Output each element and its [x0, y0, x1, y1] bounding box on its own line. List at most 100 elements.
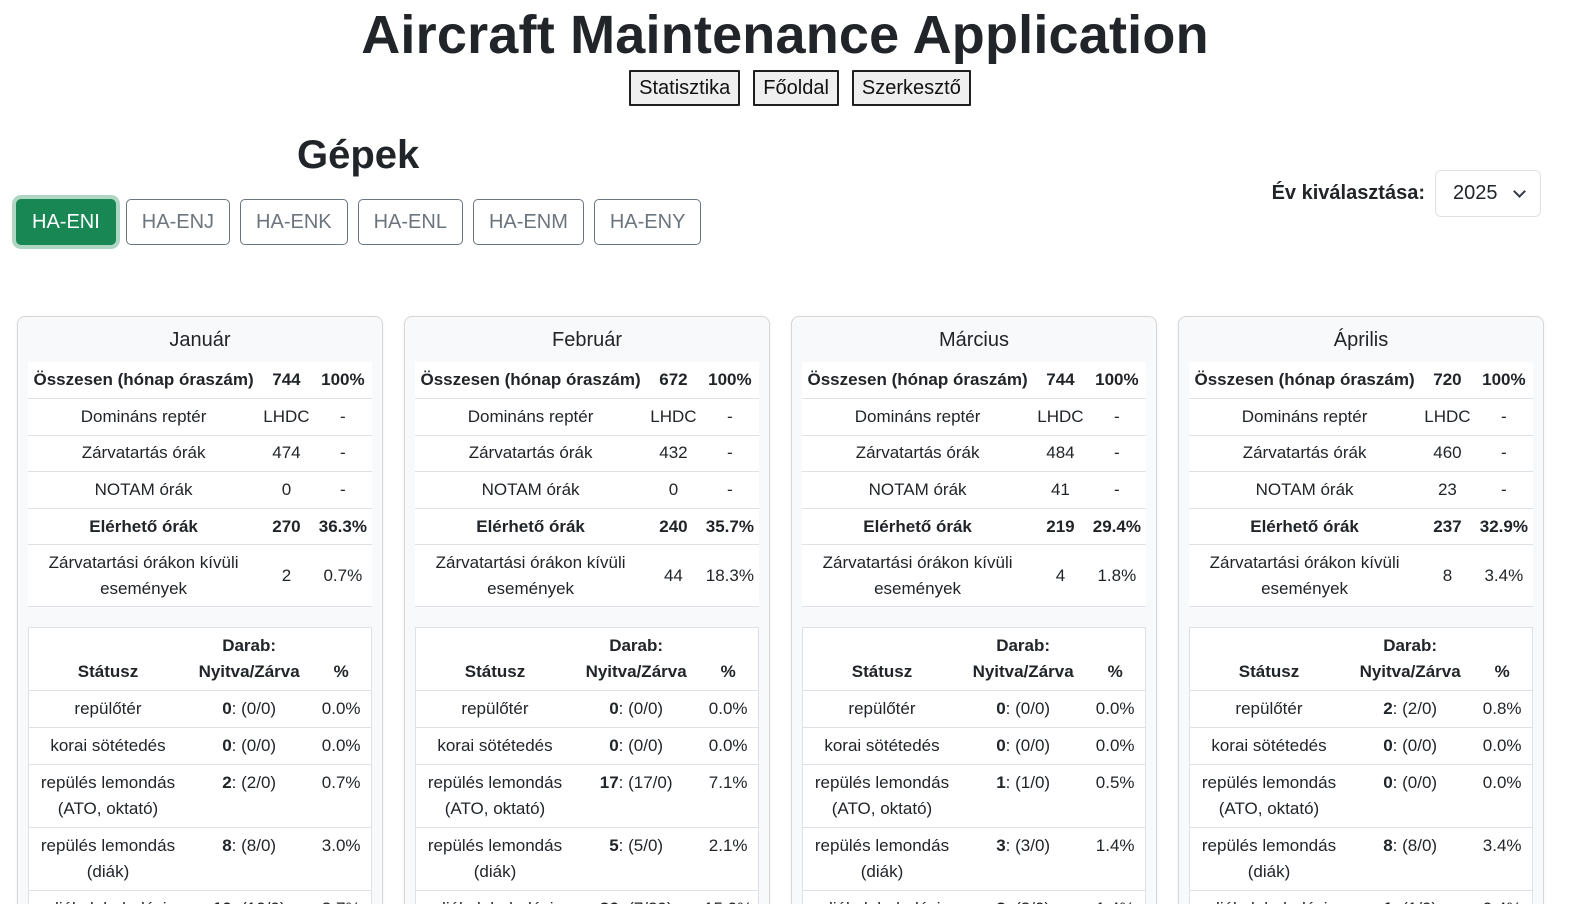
aircraft-tab-ha-eny[interactable]: HA-ENY [593, 199, 702, 245]
summary-percent: 3.4% [1474, 544, 1533, 608]
summary-row-closure-hours: Zárvatartás órák 474 - [28, 435, 372, 473]
status-percent: 0.7% [311, 764, 372, 829]
summary-value: 432 [646, 435, 701, 473]
status-percent: 0.8% [1472, 690, 1533, 729]
summary-row-closure-hours: Zárvatartás órák 484 - [802, 435, 1146, 473]
count-header: Darab: Nyitva/Zárva [1347, 627, 1473, 692]
summary-row-total: Összesen (hónap óraszám) 672 100% [415, 362, 759, 400]
summary-value: 744 [259, 362, 314, 400]
status-percent: 0.0% [1085, 727, 1146, 766]
summary-label: Zárvatartási órákon kívüli események [28, 544, 260, 608]
summary-value: 744 [1033, 362, 1088, 400]
aircraft-tab-ha-enm[interactable]: HA-ENM [472, 199, 584, 245]
summary-percent: 32.9% [1474, 508, 1533, 546]
status-row: diákok haladási 36: (7/29) 15.0% [415, 890, 759, 904]
section-title: Gépek [297, 133, 420, 177]
summary-label: Összesen (hónap óraszám) [802, 362, 1034, 400]
summary-value: 270 [259, 508, 314, 546]
summary-row-available-hours: Elérhető órák 240 35.7% [415, 508, 759, 546]
status-count: 2: (2/0) [186, 764, 312, 829]
status-row: korai sötétedés 0: (0/0) 0.0% [415, 727, 759, 766]
status-percent: 0.0% [698, 727, 759, 766]
status-label: diákok haladási [28, 890, 187, 904]
summary-row-events-outside-closure: Zárvatartási órákon kívüli események 44 … [415, 544, 759, 608]
summary-row-dominant-airport: Domináns reptér LHDC - [1189, 398, 1533, 436]
summary-label: NOTAM órák [28, 471, 260, 509]
summary-table: Összesen (hónap óraszám) 672 100% Dominá… [415, 362, 759, 608]
status-count: 10: (10/0) [186, 890, 312, 904]
status-percent: 0.0% [311, 727, 372, 766]
year-label: Év kiválasztása: [1271, 182, 1425, 204]
status-header-row: Státusz Darab: Nyitva/Zárva % [1189, 627, 1533, 692]
summary-row-dominant-airport: Domináns reptér LHDC - [415, 398, 759, 436]
aircraft-tab-ha-enk[interactable]: HA-ENK [240, 199, 348, 245]
summary-label: Elérhető órák [415, 508, 647, 546]
count-header: Darab: Nyitva/Zárva [573, 627, 699, 692]
statistics-button[interactable]: Statisztika [629, 70, 741, 106]
summary-value: 460 [1420, 435, 1475, 473]
summary-percent: - [1474, 471, 1533, 509]
aircraft-tab-ha-enj[interactable]: HA-ENJ [125, 199, 231, 245]
status-label: repülés lemondás (ATO, oktató) [1189, 764, 1348, 829]
summary-percent: - [313, 471, 372, 509]
status-label: korai sötétedés [1189, 727, 1348, 766]
aircraft-tab-ha-eni[interactable]: HA-ENI [16, 199, 116, 245]
summary-label: Összesen (hónap óraszám) [1189, 362, 1421, 400]
summary-value: LHDC [646, 398, 701, 436]
aircraft-tab-ha-enl[interactable]: HA-ENL [357, 199, 463, 245]
year-select[interactable]: 2025 [1435, 170, 1541, 217]
summary-label: Zárvatartási órákon kívüli események [1189, 544, 1421, 608]
summary-label: Domináns reptér [1189, 398, 1421, 436]
status-count: 0: (0/0) [1347, 764, 1473, 829]
status-percent: 0.0% [1472, 764, 1533, 829]
status-percent: 1.4% [1085, 890, 1146, 904]
status-row: repülőtér 0: (0/0) 0.0% [802, 690, 1146, 729]
summary-percent: - [1087, 435, 1146, 473]
status-row: repülőtér 2: (2/0) 0.8% [1189, 690, 1533, 729]
status-header: Státusz [802, 627, 961, 692]
status-label: repülőtér [415, 690, 574, 729]
month-name: Január [169, 329, 231, 351]
month-card: Március Összesen (hónap óraszám) 744 100… [791, 316, 1157, 904]
summary-percent: 100% [700, 362, 759, 400]
summary-value: 23 [1420, 471, 1475, 509]
summary-percent: 100% [1087, 362, 1146, 400]
status-table: Státusz Darab: Nyitva/Zárva % repülőtér … [1189, 627, 1533, 904]
summary-label: Elérhető órák [802, 508, 1034, 546]
summary-percent: 36.3% [313, 508, 372, 546]
summary-label: Zárvatartás órák [28, 435, 260, 473]
summary-label: Összesen (hónap óraszám) [28, 362, 260, 400]
summary-label: Zárvatartás órák [1189, 435, 1421, 473]
status-label: diákok haladási [415, 890, 574, 904]
status-row: repülés lemondás (ATO, oktató) 0: (0/0) … [1189, 764, 1533, 829]
summary-label: NOTAM órák [415, 471, 647, 509]
summary-value: 4 [1033, 544, 1088, 608]
summary-value: 672 [646, 362, 701, 400]
summary-percent: - [700, 435, 759, 473]
home-button[interactable]: Főoldal [753, 70, 839, 106]
status-header: Státusz [415, 627, 574, 692]
summary-label: NOTAM órák [802, 471, 1034, 509]
month-cards: Január Összesen (hónap óraszám) 744 100%… [17, 316, 1544, 904]
status-label: korai sötétedés [802, 727, 961, 766]
summary-percent: - [700, 398, 759, 436]
summary-label: Domináns reptér [28, 398, 260, 436]
status-count: 3: (3/0) [960, 827, 1086, 892]
status-count: 1: (1/0) [960, 764, 1086, 829]
status-row: korai sötétedés 0: (0/0) 0.0% [1189, 727, 1533, 766]
editor-button[interactable]: Szerkesztő [851, 70, 971, 106]
year-select-value: 2025 [1453, 182, 1498, 204]
status-table: Státusz Darab: Nyitva/Zárva % repülőtér … [415, 627, 759, 904]
summary-value: 237 [1420, 508, 1475, 546]
summary-label: Zárvatartási órákon kívüli események [802, 544, 1034, 608]
summary-percent: - [313, 398, 372, 436]
status-header: Státusz [1189, 627, 1348, 692]
status-percent: 3.4% [1472, 827, 1533, 892]
percent-header: % [1472, 627, 1533, 692]
summary-value: 44 [646, 544, 701, 608]
app-title: Aircraft Maintenance Application [361, 5, 1209, 65]
summary-percent: - [1087, 398, 1146, 436]
status-percent: 15.0% [698, 890, 759, 904]
summary-row-notam-hours: NOTAM órák 41 - [802, 471, 1146, 509]
summary-label: Zárvatartási órákon kívüli események [415, 544, 647, 608]
